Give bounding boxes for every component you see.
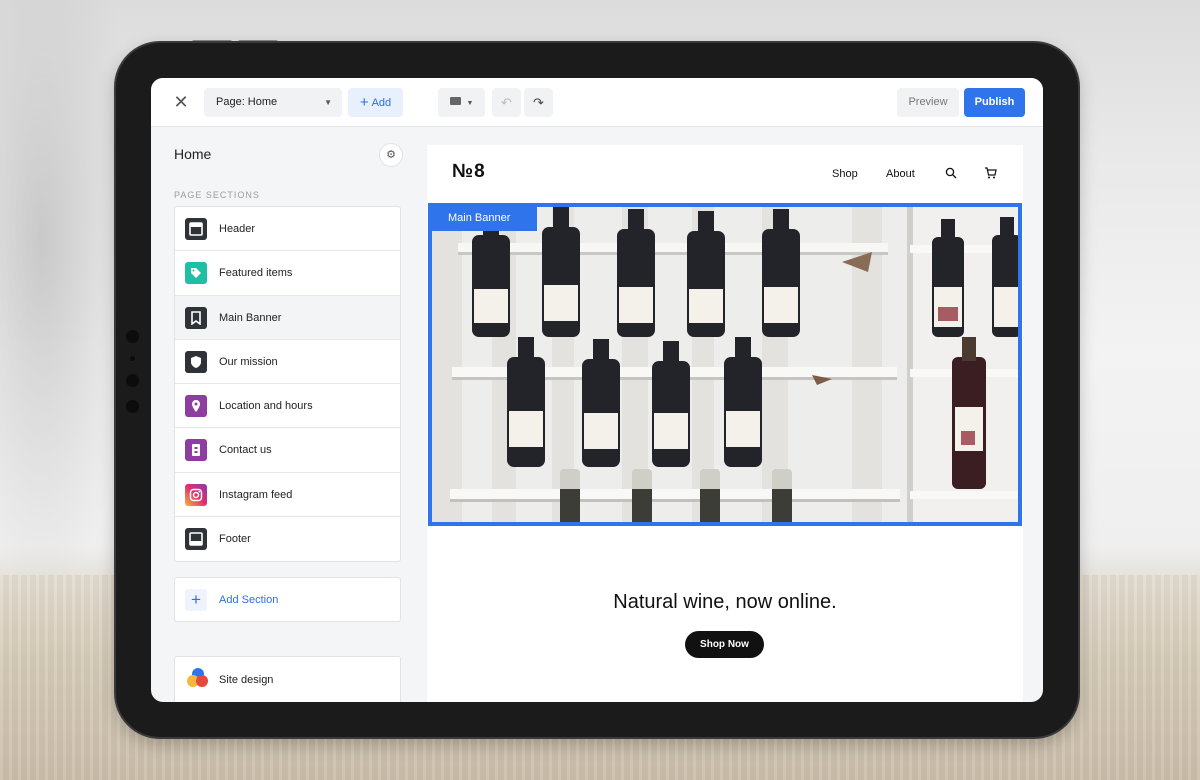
hero-headline: Natural wine, now online. xyxy=(613,591,837,613)
preview-button[interactable]: Preview xyxy=(897,88,959,117)
add-section-label: Add Section xyxy=(219,594,279,606)
add-section-button[interactable]: + Add Section xyxy=(174,577,401,622)
section-item-label: Featured items xyxy=(219,267,293,280)
section-item-featured-items[interactable]: Featured items xyxy=(175,251,400,296)
site-logo[interactable]: №8 xyxy=(452,161,486,183)
tablet-side-dots xyxy=(126,330,140,426)
main-banner-tag: Main Banner xyxy=(432,207,537,231)
section-item-main-banner[interactable]: Main Banner xyxy=(175,295,400,340)
add-button-label: Add xyxy=(371,97,392,109)
section-item-contact-us[interactable]: Contact us xyxy=(175,428,400,473)
monitor-icon xyxy=(449,97,461,105)
chevron-down-icon: ▼ xyxy=(324,98,332,107)
section-list: Header Featured items Main Banner Our mi… xyxy=(174,206,401,563)
close-icon[interactable]: ✕ xyxy=(171,92,191,112)
site-design-button[interactable]: Site design xyxy=(174,656,401,702)
section-item-instagram-feed[interactable]: Instagram feed xyxy=(175,473,400,518)
section-item-footer[interactable]: Footer xyxy=(175,517,400,561)
nav-link-shop[interactable]: Shop xyxy=(832,168,858,180)
section-item-label: Instagram feed xyxy=(219,488,293,501)
redo-icon[interactable]: ↷ xyxy=(524,88,553,117)
section-item-label: Contact us xyxy=(219,444,272,457)
sections-panel: Home ⚙ PAGE SECTIONS Header Featured ite… xyxy=(151,127,421,702)
contact-card-icon xyxy=(185,439,207,462)
section-item-label: Main Banner xyxy=(219,311,282,324)
section-item-label: Our mission xyxy=(219,355,278,368)
instagram-icon xyxy=(185,483,207,506)
header-icon xyxy=(185,218,207,240)
search-icon[interactable] xyxy=(945,166,957,184)
tablet-screen: ✕ Page: Home ▼ + Add ▼ ↶ ↷ Preview Publis… xyxy=(151,78,1043,702)
footer-icon xyxy=(185,528,207,551)
device-view-button[interactable]: ▼ xyxy=(438,88,485,117)
sections-heading: PAGE SECTIONS xyxy=(174,190,260,200)
page-title: Home xyxy=(174,146,212,162)
tag-icon xyxy=(185,262,207,285)
section-item-label: Footer xyxy=(219,533,251,546)
location-pin-icon xyxy=(185,395,207,418)
site-design-label: Site design xyxy=(219,674,274,686)
section-item-label: Header xyxy=(219,223,256,235)
shield-icon xyxy=(185,350,207,373)
bookmark-icon xyxy=(185,306,207,329)
page-selector[interactable]: Page: Home ▼ xyxy=(204,88,342,117)
main-banner[interactable]: Main Banner xyxy=(428,203,1022,526)
section-item-location-and-hours[interactable]: Location and hours xyxy=(175,384,400,429)
page-selector-label: Page: Home xyxy=(216,96,278,108)
plus-icon: + xyxy=(185,589,207,611)
gear-icon[interactable]: ⚙ xyxy=(379,143,403,167)
chevron-down-icon: ▼ xyxy=(466,100,474,107)
undo-icon[interactable]: ↶ xyxy=(492,88,521,117)
section-item-label: Location and hours xyxy=(219,400,313,413)
section-item-our-mission[interactable]: Our mission xyxy=(175,340,400,385)
publish-button[interactable]: Publish xyxy=(964,88,1025,117)
shop-now-button[interactable]: Shop Now xyxy=(685,631,764,658)
plus-icon: + xyxy=(359,94,369,111)
nav-link-about[interactable]: About xyxy=(886,168,915,180)
editor-toolbar: ✕ Page: Home ▼ + Add ▼ ↶ ↷ Preview Publis… xyxy=(151,78,1043,127)
section-item-header[interactable]: Header xyxy=(175,207,400,252)
add-button[interactable]: + Add xyxy=(348,88,403,117)
site-preview: №8 Shop About Main Banner Natural wine, … xyxy=(427,145,1023,702)
wine-shelf-image xyxy=(432,207,1018,522)
cart-icon[interactable] xyxy=(984,166,997,184)
